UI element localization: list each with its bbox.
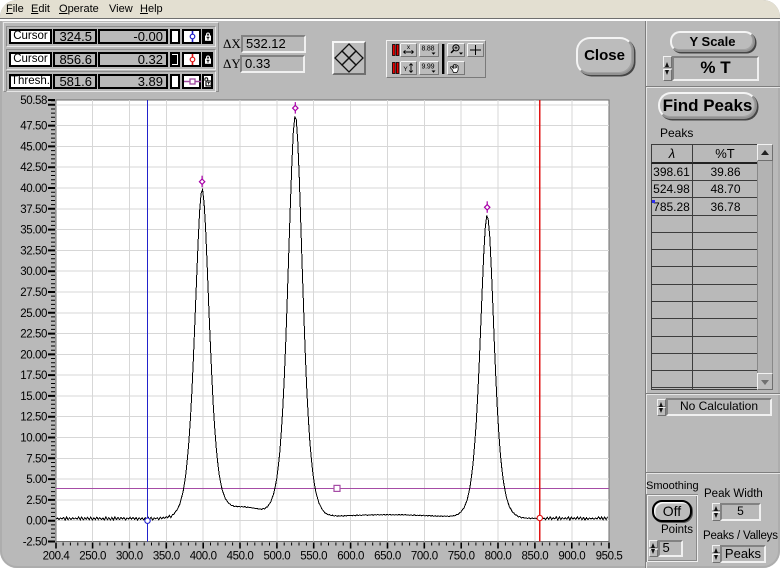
svg-text:750.0: 750.0 [448,551,475,563]
svg-text:7.50: 7.50 [26,453,47,465]
svg-text:600.0: 600.0 [337,551,364,563]
svg-text:0.00: 0.00 [26,516,47,528]
svg-text:650.0: 650.0 [374,551,401,563]
svg-text:2.50: 2.50 [26,495,47,507]
svg-text:45.00: 45.00 [20,141,47,153]
svg-text:250.0: 250.0 [79,551,106,563]
svg-text:5.00: 5.00 [26,474,47,486]
svg-text:27.50: 27.50 [20,287,47,299]
svg-text:10.00: 10.00 [20,433,47,445]
svg-text:950.5: 950.5 [596,551,623,563]
svg-text:850.0: 850.0 [522,551,549,563]
svg-text:550.0: 550.0 [300,551,327,563]
svg-text:-2.50: -2.50 [23,537,47,549]
svg-text:37.50: 37.50 [20,204,47,216]
svg-text:900.0: 900.0 [558,551,585,563]
svg-text:17.50: 17.50 [20,370,47,382]
svg-text:40.00: 40.00 [20,183,47,195]
svg-text:8.88: 8.88 [422,46,435,53]
svg-text:300.0: 300.0 [116,551,143,563]
svg-text:22.50: 22.50 [20,329,47,341]
svg-text:50.58: 50.58 [20,95,47,107]
svg-text:200.4: 200.4 [43,551,71,563]
svg-text:15.00: 15.00 [20,391,47,403]
svg-text:Y: Y [403,66,408,73]
svg-text:400.0: 400.0 [190,551,217,563]
svg-text:47.50: 47.50 [20,121,47,133]
svg-text:700.0: 700.0 [411,551,438,563]
svg-text:12.50: 12.50 [20,412,47,424]
svg-text:35.00: 35.00 [20,225,47,237]
svg-text:32.50: 32.50 [20,245,47,257]
svg-text:800.0: 800.0 [485,551,512,563]
svg-text:42.50: 42.50 [20,162,47,174]
svg-text:500.0: 500.0 [264,551,291,563]
svg-text:9.99: 9.99 [422,64,435,71]
svg-text:20.00: 20.00 [20,349,47,361]
svg-text:450.0: 450.0 [227,551,254,563]
svg-text:25.00: 25.00 [20,308,47,320]
svg-text:30.00: 30.00 [20,266,47,278]
svg-text:350.0: 350.0 [153,551,180,563]
